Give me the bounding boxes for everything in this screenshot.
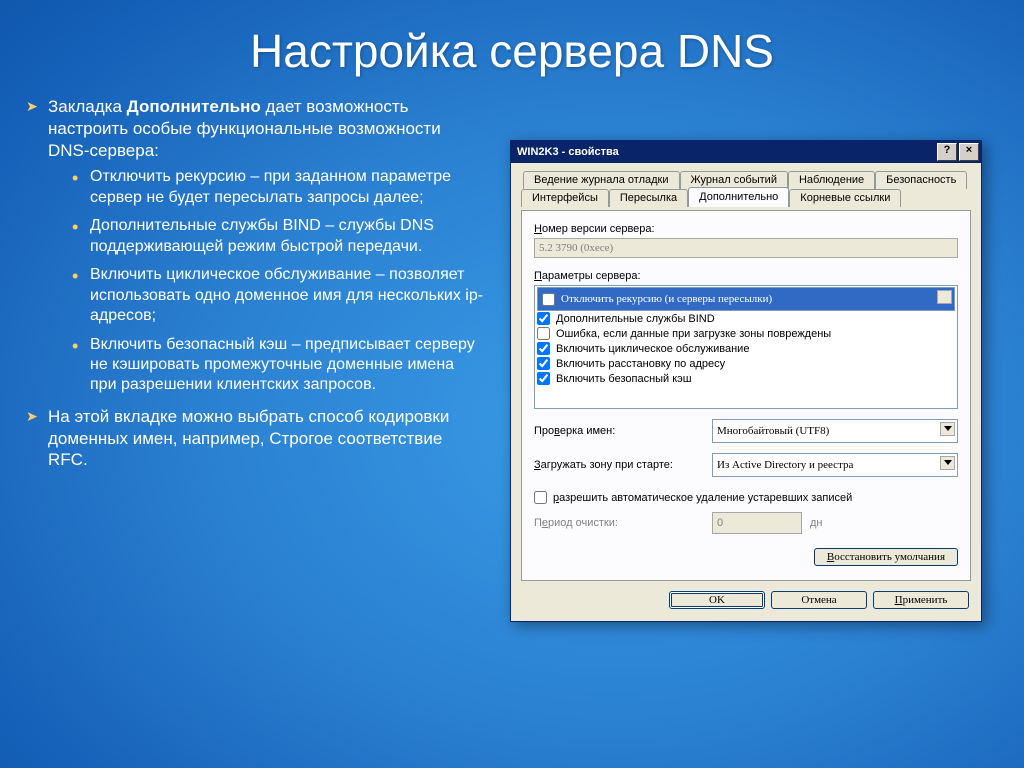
- ok-button[interactable]: OK: [669, 591, 765, 609]
- bullet-main-1: Закладка Дополнительно дает возможность …: [26, 96, 484, 396]
- server-param-checkbox[interactable]: [537, 312, 550, 325]
- close-button[interactable]: ×: [959, 143, 979, 161]
- tab-debug-log[interactable]: Ведение журнала отладки: [523, 171, 680, 189]
- scavenge-period-label: Период очистки:: [534, 517, 704, 529]
- tab-interfaces[interactable]: Интерфейсы: [521, 189, 609, 207]
- text-column: Закладка Дополнительно дает возможность …: [22, 96, 484, 481]
- bullet-sub-4: Включить безопасный кэш – предписывает с…: [72, 335, 484, 396]
- bullet-sub-3: Включить циклическое обслуживание – позв…: [72, 265, 484, 326]
- server-params-label: Параметры сервера:: [534, 270, 958, 282]
- tab-monitoring[interactable]: Наблюдение: [788, 171, 875, 189]
- cancel-button[interactable]: Отмена: [771, 591, 867, 609]
- apply-button[interactable]: Применить: [873, 591, 969, 609]
- server-version-label: Номер версии сервера:: [534, 223, 958, 235]
- help-button[interactable]: ?: [937, 143, 957, 161]
- server-param-checkbox[interactable]: [537, 372, 550, 385]
- bullet-sub-1: Отключить рекурсию – при заданном параме…: [72, 167, 484, 208]
- server-param-row[interactable]: Включить безопасный кэш: [537, 371, 955, 386]
- tab-forwarders[interactable]: Пересылка: [609, 189, 688, 207]
- restore-defaults-button[interactable]: Восстановить умолчания: [814, 548, 958, 566]
- scavenge-period-field: [712, 512, 802, 534]
- bullet-sub-2: Дополнительные службы BIND – службы DNS …: [72, 216, 484, 257]
- server-param-row[interactable]: Отключить рекурсию (и серверы пересылки): [537, 287, 955, 311]
- tab-root-hints[interactable]: Корневые ссылки: [789, 189, 901, 207]
- slide-title: Настройка сервера DNS: [0, 0, 1024, 78]
- server-param-label: Включить безопасный кэш: [556, 373, 692, 385]
- server-param-label: Дополнительные службы BIND: [556, 313, 715, 325]
- server-param-row[interactable]: Ошибка, если данные при загрузке зоны по…: [537, 326, 955, 341]
- server-params-listbox[interactable]: Отключить рекурсию (и серверы пересылки)…: [534, 285, 958, 409]
- tab-security[interactable]: Безопасность: [875, 171, 967, 189]
- titlebar[interactable]: WIN2K3 - свойства ? ×: [511, 141, 981, 163]
- server-param-label: Отключить рекурсию (и серверы пересылки): [561, 293, 772, 305]
- auto-delete-checkbox[interactable]: [534, 491, 547, 504]
- name-checking-label: Проверка имен:: [534, 425, 704, 437]
- server-param-checkbox[interactable]: [537, 357, 550, 370]
- titlebar-text: WIN2K3 - свойства: [517, 146, 937, 158]
- name-checking-select[interactable]: Многобайтовый (UTF8): [712, 419, 958, 443]
- load-zone-label: Загружать зону при старте:: [534, 459, 704, 471]
- server-param-label: Включить расстановку по адресу: [556, 358, 725, 370]
- server-param-checkbox[interactable]: [542, 293, 555, 306]
- tab-advanced[interactable]: Дополнительно: [688, 187, 789, 207]
- server-version-field: [534, 238, 958, 258]
- server-param-label: Включить циклическое обслуживание: [556, 343, 749, 355]
- server-param-row[interactable]: Дополнительные службы BIND: [537, 311, 955, 326]
- scavenge-period-unit: дн: [810, 517, 823, 529]
- server-param-label: Ошибка, если данные при загрузке зоны по…: [556, 328, 831, 340]
- bullet-main-2: На этой вкладке можно выбрать способ код…: [26, 406, 484, 471]
- tab-strip: Ведение журнала отладки Журнал событий Н…: [521, 171, 971, 211]
- tab-content-advanced: Номер версии сервера: Параметры сервера:…: [521, 210, 971, 581]
- server-param-checkbox[interactable]: [537, 342, 550, 355]
- server-param-row[interactable]: Включить расстановку по адресу: [537, 356, 955, 371]
- load-zone-select[interactable]: Из Active Directory и реестра: [712, 453, 958, 477]
- server-param-row[interactable]: Включить циклическое обслуживание: [537, 341, 955, 356]
- auto-delete-label: разрешить автоматическое удаление устаре…: [553, 492, 852, 504]
- properties-dialog: WIN2K3 - свойства ? × Ведение журнала от…: [510, 140, 982, 622]
- server-param-checkbox[interactable]: [537, 327, 550, 340]
